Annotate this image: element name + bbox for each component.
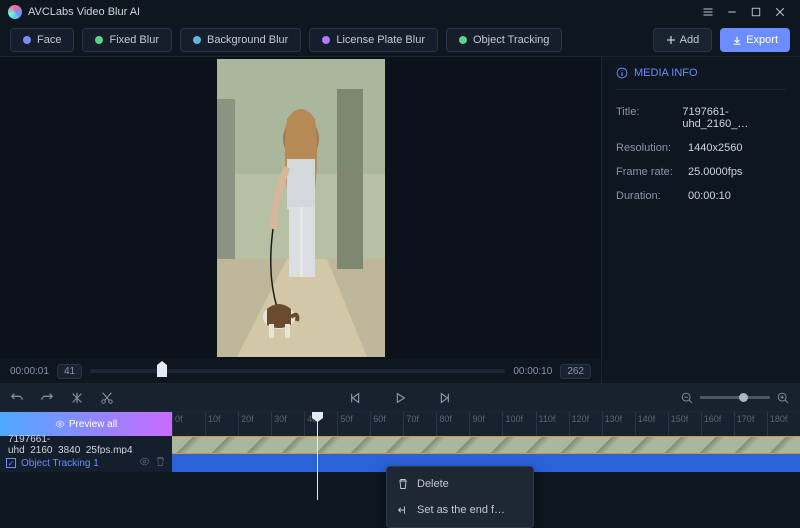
media-fps-label: Frame rate: bbox=[616, 166, 688, 178]
undo-button[interactable] bbox=[10, 391, 24, 405]
mode-obj-label: Object Tracking bbox=[473, 34, 549, 46]
redo-button[interactable] bbox=[40, 391, 54, 405]
context-set-end[interactable]: Set as the end f… bbox=[387, 497, 533, 523]
scrubber-handle[interactable] bbox=[157, 365, 167, 377]
track-visibility-icon[interactable] bbox=[139, 456, 150, 470]
next-frame-button[interactable] bbox=[437, 391, 451, 405]
track-delete-icon[interactable] bbox=[155, 456, 166, 470]
app-title: AVCLabs Video Blur AI bbox=[28, 6, 140, 18]
end-time: 00:00:10 bbox=[513, 366, 552, 377]
split-button[interactable] bbox=[70, 391, 84, 405]
media-title-value: 7197661-uhd_2160_… bbox=[682, 106, 786, 130]
media-info-heading: MEDIA INFO bbox=[616, 67, 786, 90]
zoom-in-button[interactable] bbox=[776, 391, 790, 405]
context-menu: Delete Set as the end f… bbox=[386, 466, 534, 528]
export-label: Export bbox=[746, 34, 778, 46]
track-clip-name[interactable]: 7197661-uhd_2160_3840_25fps.mp4 bbox=[0, 436, 172, 454]
playhead[interactable] bbox=[317, 412, 318, 500]
track-label: Object Tracking 1 bbox=[21, 458, 99, 469]
zoom-handle[interactable] bbox=[739, 393, 748, 402]
export-button[interactable]: Export bbox=[720, 28, 790, 52]
timeline-clip-track[interactable] bbox=[172, 436, 800, 454]
context-delete[interactable]: Delete bbox=[387, 471, 533, 497]
track-checkbox[interactable] bbox=[6, 458, 16, 468]
zoom-slider[interactable] bbox=[700, 396, 770, 399]
end-frame: 262 bbox=[560, 364, 591, 379]
mode-background-blur[interactable]: Background Blur bbox=[180, 28, 301, 52]
media-dur-value: 00:00:10 bbox=[688, 190, 731, 202]
preview-scrubber[interactable] bbox=[90, 369, 505, 373]
minimize-icon[interactable] bbox=[720, 2, 744, 22]
preview-all-button[interactable]: Preview all bbox=[0, 412, 172, 436]
play-button[interactable] bbox=[393, 391, 407, 405]
mode-face[interactable]: Face bbox=[10, 28, 74, 52]
media-res-label: Resolution: bbox=[616, 142, 688, 154]
context-set-end-label: Set as the end f… bbox=[417, 504, 505, 516]
menu-icon[interactable] bbox=[696, 2, 720, 22]
media-fps-value: 25.0000fps bbox=[688, 166, 742, 178]
media-dur-label: Duration: bbox=[616, 190, 688, 202]
preview-all-label: Preview all bbox=[69, 419, 117, 430]
mode-face-label: Face bbox=[37, 34, 61, 46]
context-delete-label: Delete bbox=[417, 478, 449, 490]
cut-button[interactable] bbox=[100, 391, 114, 405]
mode-bg-label: Background Blur bbox=[207, 34, 288, 46]
media-res-value: 1440x2560 bbox=[688, 142, 742, 154]
zoom-out-button[interactable] bbox=[680, 391, 694, 405]
track-object-tracking[interactable]: Object Tracking 1 bbox=[0, 454, 172, 472]
mode-fixed-blur[interactable]: Fixed Blur bbox=[82, 28, 172, 52]
current-time: 00:00:01 bbox=[10, 366, 49, 377]
close-icon[interactable] bbox=[768, 2, 792, 22]
current-frame: 41 bbox=[57, 364, 82, 379]
add-button[interactable]: Add bbox=[653, 28, 713, 52]
media-info-panel: MEDIA INFO Title:7197661-uhd_2160_… Reso… bbox=[602, 57, 800, 383]
maximize-icon[interactable] bbox=[744, 2, 768, 22]
mode-fixed-label: Fixed Blur bbox=[109, 34, 159, 46]
timeline-ruler[interactable]: 0f10f20f30f40f50f60f70f80f90f100f110f120… bbox=[172, 412, 800, 436]
app-logo bbox=[8, 5, 22, 19]
prev-frame-button[interactable] bbox=[349, 391, 363, 405]
mode-object-tracking[interactable]: Object Tracking bbox=[446, 28, 562, 52]
add-label: Add bbox=[680, 34, 700, 46]
mode-license-plate-blur[interactable]: License Plate Blur bbox=[309, 28, 438, 52]
mode-plate-label: License Plate Blur bbox=[336, 34, 425, 46]
media-title-label: Title: bbox=[616, 106, 682, 130]
video-preview bbox=[217, 59, 385, 357]
